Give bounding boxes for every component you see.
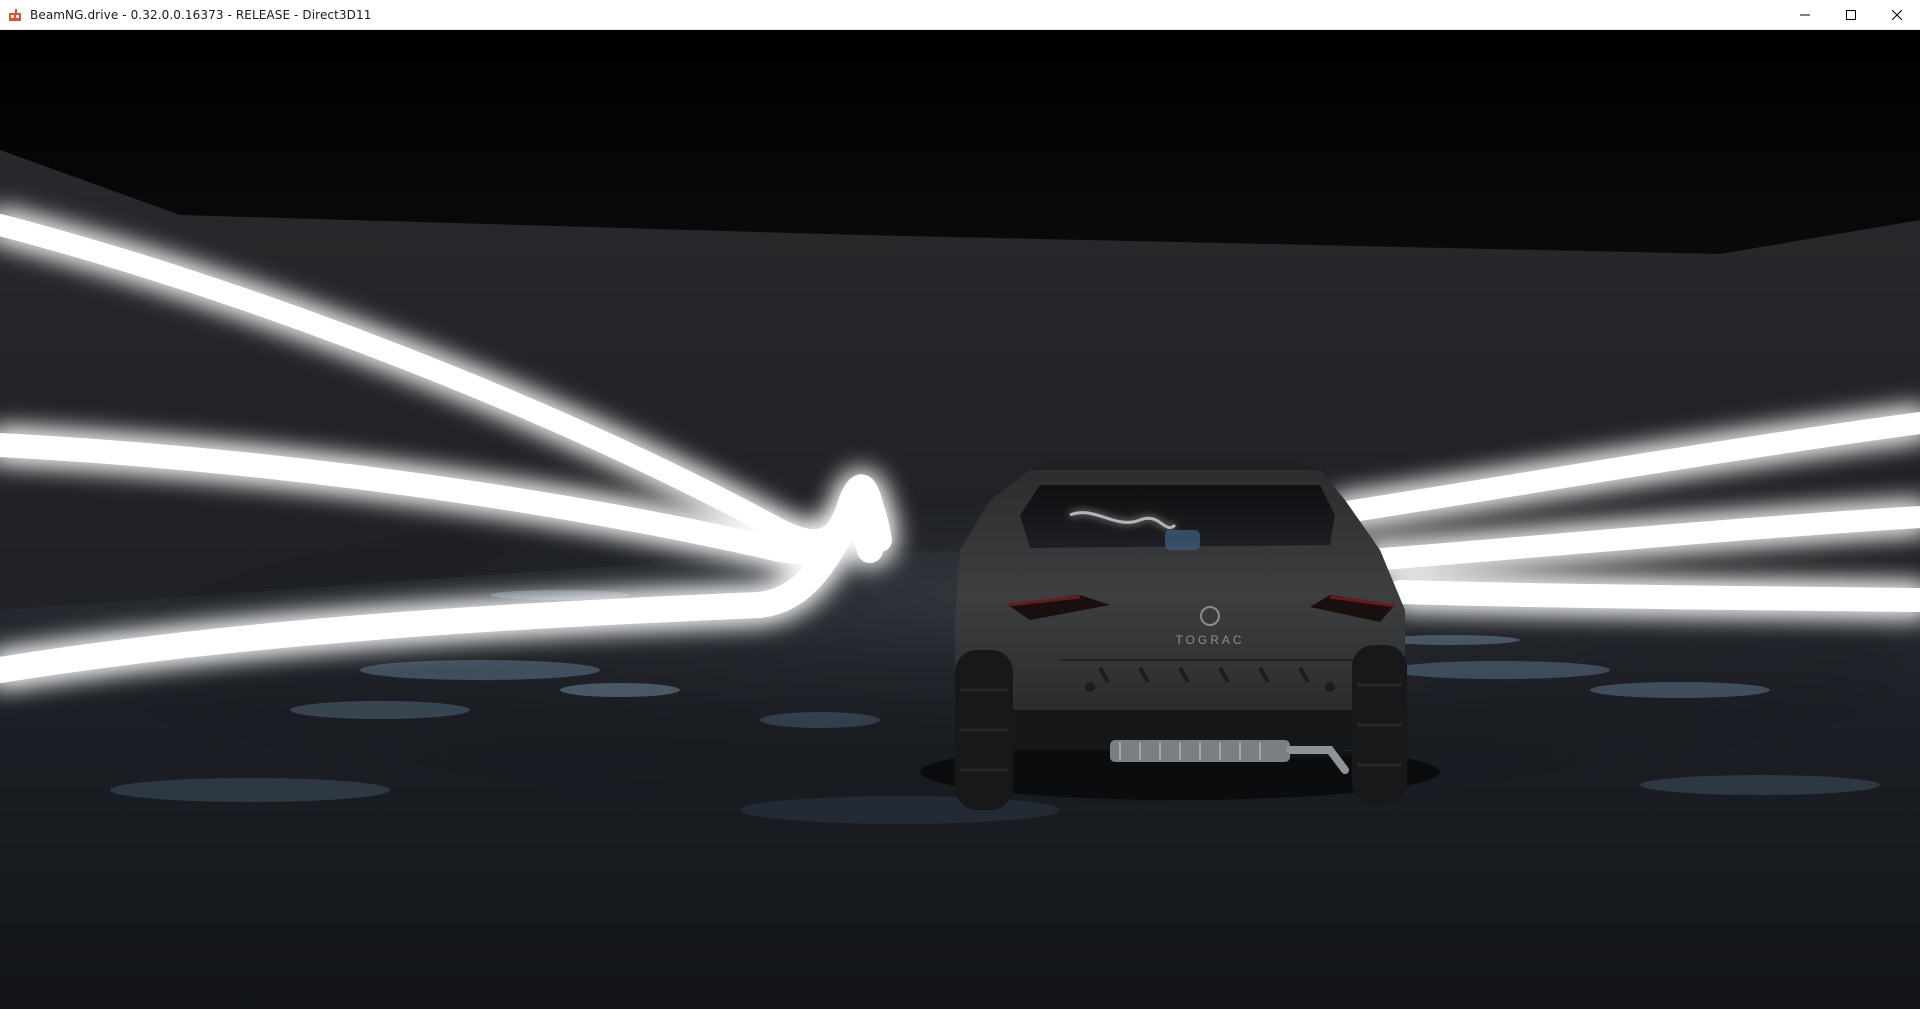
minimize-button[interactable] — [1782, 0, 1828, 30]
window-title: BeamNG.drive - 0.32.0.0.16373 - RELEASE … — [30, 7, 372, 22]
minimize-icon — [1800, 14, 1810, 16]
title-bar[interactable]: BeamNG.drive - 0.32.0.0.16373 - RELEASE … — [0, 0, 1920, 30]
game-viewport[interactable]: TOGRAC — [0, 30, 1920, 1009]
game-scene: TOGRAC — [0, 30, 1920, 1009]
window-controls — [1782, 0, 1920, 30]
close-icon — [1892, 10, 1902, 20]
close-button[interactable] — [1874, 0, 1920, 30]
maximize-button[interactable] — [1828, 0, 1874, 30]
vehicle-badge: TOGRAC — [1175, 633, 1244, 647]
beamng-logo-icon — [0, 0, 30, 30]
maximize-icon — [1846, 10, 1856, 20]
game-window: BeamNG.drive - 0.32.0.0.16373 - RELEASE … — [0, 0, 1920, 1009]
